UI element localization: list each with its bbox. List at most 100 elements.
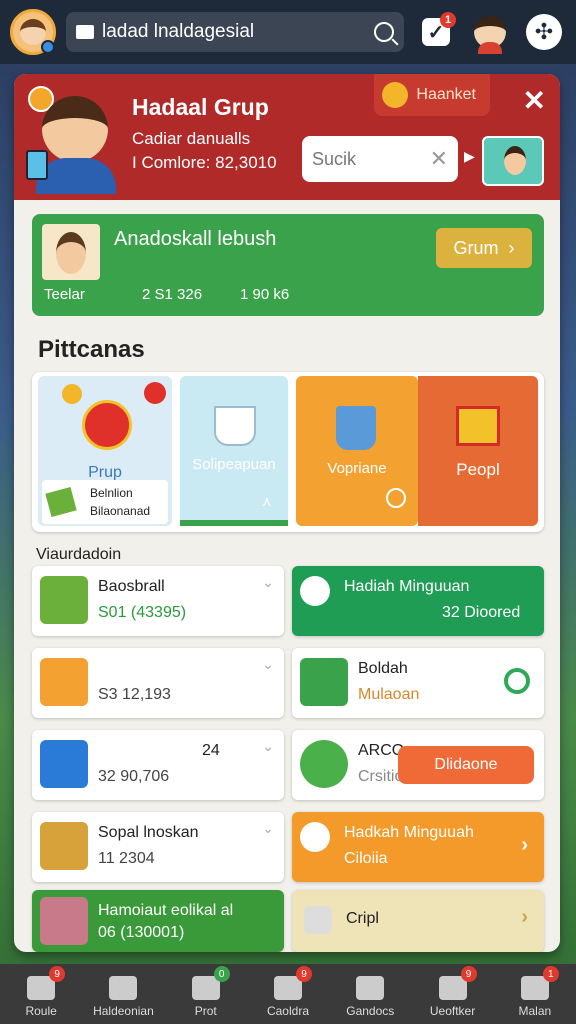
nav-item-caoldra[interactable]: 9 Caoldra <box>247 964 329 1024</box>
nav-item-roule[interactable]: 9 Roule <box>0 964 82 1024</box>
character-body-icon <box>36 158 116 194</box>
list-item[interactable]: ARCO Crsitio Dlidaone <box>292 730 544 800</box>
leader-name: Anadoskall lebush <box>114 228 277 250</box>
bottom-nav: 9 Roule Haldeonian 0 Prot 9 Caoldra Gand… <box>0 964 576 1024</box>
chevron-down-icon[interactable]: ⌄ <box>262 738 274 755</box>
list-item[interactable]: Sopal lnoskan 11 2304 ⌄ <box>32 812 284 882</box>
character-icon <box>40 897 88 945</box>
reward-card[interactable]: Hadkah Minguuah Ciloiia › <box>292 812 544 882</box>
map-icon <box>40 576 88 624</box>
feature-strip: Prup Belnlion Bilaonanad Solipeapuan ⋏ V… <box>32 372 544 532</box>
list-item-stats: 11 2304 <box>98 850 155 867</box>
person-icon <box>474 16 506 54</box>
chevron-right-icon: › <box>521 906 528 928</box>
chevron-down-icon[interactable]: ⌄ <box>262 656 274 673</box>
gift-box-icon <box>40 822 88 870</box>
list-item-stats: S3 12,193 <box>98 686 171 703</box>
feature-label: Peopl <box>456 460 500 479</box>
search-bar[interactable]: ladad lnaldagesial <box>66 12 404 52</box>
list-item[interactable]: S3 12,193 ⌄ <box>32 648 284 718</box>
nav-badge: 9 <box>295 966 312 982</box>
member-thumbnail[interactable] <box>482 136 544 186</box>
feature-tile-2[interactable]: Solipeapuan ⋏ <box>180 376 288 526</box>
reward-title: Hadkah Minguuah <box>344 824 474 841</box>
nav-badge: 9 <box>460 966 477 982</box>
close-icon[interactable]: ✕ <box>523 84 546 117</box>
panel-search-input[interactable]: Sucik ✕ <box>302 136 458 182</box>
leaf-icon <box>45 487 77 517</box>
settings-button[interactable] <box>522 10 566 54</box>
list-item-title: 24 <box>202 742 220 759</box>
chevron-down-icon[interactable]: ⌄ <box>262 574 274 591</box>
nav-label: Haldeonian <box>93 1004 154 1018</box>
cup-icon <box>214 406 256 446</box>
leader-stat-coins: 1 90 k6 <box>240 286 290 303</box>
headset-icon <box>109 976 138 1000</box>
list-item[interactable]: Boldah Mulaoan <box>292 648 544 718</box>
reward-subtitle: 32 Dioored <box>442 604 521 621</box>
nav-item-prot[interactable]: 0 Prot <box>165 964 247 1024</box>
profile-avatar[interactable] <box>10 9 56 55</box>
leader-stat-label: Teelar <box>44 286 85 303</box>
clear-icon[interactable]: ✕ <box>430 146 448 172</box>
chevron-right-icon: › <box>508 237 515 258</box>
feature-label: Solipeapuan <box>192 456 276 473</box>
timer-icon <box>386 488 406 508</box>
nav-item-gandocs[interactable]: Gandocs <box>329 964 411 1024</box>
feature-label: Vopriane <box>327 460 387 477</box>
leader-stat-value: 2 S1 326 <box>142 286 203 303</box>
chevron-down-icon[interactable]: ⌄ <box>262 820 274 837</box>
nav-label: Prot <box>194 1004 217 1018</box>
group-panel: Hadaal Grup Cadiar danualls I Comlore: 8… <box>14 74 560 952</box>
list-item-title: Cripl <box>346 910 379 927</box>
list-item-title: Boldah <box>358 660 408 677</box>
nav-item-ueoftker[interactable]: 9 Ueoftker <box>411 964 493 1024</box>
list-item-stats: 06 (130001) <box>98 924 185 941</box>
nav-badge: 0 <box>213 966 230 982</box>
list-item[interactable]: Hamoiaut eolikal al 06 (130001) <box>32 890 284 952</box>
status-ring-icon <box>504 668 530 694</box>
list-item[interactable]: Baosbrall S01 (43395) ⌄ <box>32 566 284 636</box>
reward-card[interactable]: Hadiah Minguuan 32 Dioored <box>292 566 544 636</box>
phone-icon <box>26 150 48 180</box>
list-item-subtitle: Crsitio <box>358 768 404 785</box>
chevron-right-icon: › <box>521 834 528 856</box>
gift-icon <box>456 406 500 446</box>
smiley-icon <box>382 82 409 108</box>
join-button[interactable]: Grum › <box>436 228 532 268</box>
character-head-icon <box>42 96 108 162</box>
tasks-button[interactable]: ✓ 1 <box>414 10 458 54</box>
header-pill-label: Haanket <box>416 86 476 103</box>
action-button[interactable]: Dlidaone <box>398 746 534 784</box>
list-item-subtitle: Mulaoan <box>358 686 420 703</box>
group-avatar <box>26 84 126 194</box>
list-subtitle: Viaurdadoin <box>36 546 122 563</box>
mini-line-1: Belnlion <box>90 486 133 500</box>
list-item-stats: S01 (43395) <box>98 604 187 621</box>
search-input[interactable]: ladad lnaldagesial <box>102 21 366 43</box>
header-pill[interactable]: Haanket <box>374 74 490 116</box>
list-item-stats: 32 90,706 <box>98 768 170 785</box>
friends-button[interactable] <box>468 10 512 54</box>
nav-label: Malan <box>518 1004 552 1018</box>
feature-tile-1[interactable]: Prup Belnlion Bilaonanad <box>38 376 172 526</box>
nav-label: Caoldra <box>266 1004 309 1018</box>
list-item-title: Baosbrall <box>98 578 165 595</box>
folder-icon <box>76 25 94 39</box>
search-icon[interactable] <box>374 22 394 42</box>
reward-subtitle: Ciloiia <box>344 850 388 867</box>
feature-tile-3[interactable]: Vopriane <box>296 376 418 526</box>
leader-card[interactable]: Anadoskall lebush Teelar 2 S1 326 1 90 k… <box>32 214 544 316</box>
alert-icon <box>144 382 166 404</box>
nav-item-haldeonian[interactable]: Haldeonian <box>82 964 164 1024</box>
dice-icon <box>304 906 332 934</box>
nav-label: Roule <box>25 1004 57 1018</box>
mini-line-2: Bilaonanad <box>90 504 151 518</box>
nav-item-malan[interactable]: 1 Malan <box>494 964 576 1024</box>
list-item[interactable]: 24 32 90,706 ⌄ <box>32 730 284 800</box>
feature-tile-4[interactable]: Peopl <box>418 376 538 526</box>
coin-icon <box>62 384 82 404</box>
arrow-right-icon: ▶ <box>464 148 475 164</box>
section-title: Pittcanas <box>38 336 145 363</box>
list-item[interactable]: Cripl › <box>292 890 544 952</box>
